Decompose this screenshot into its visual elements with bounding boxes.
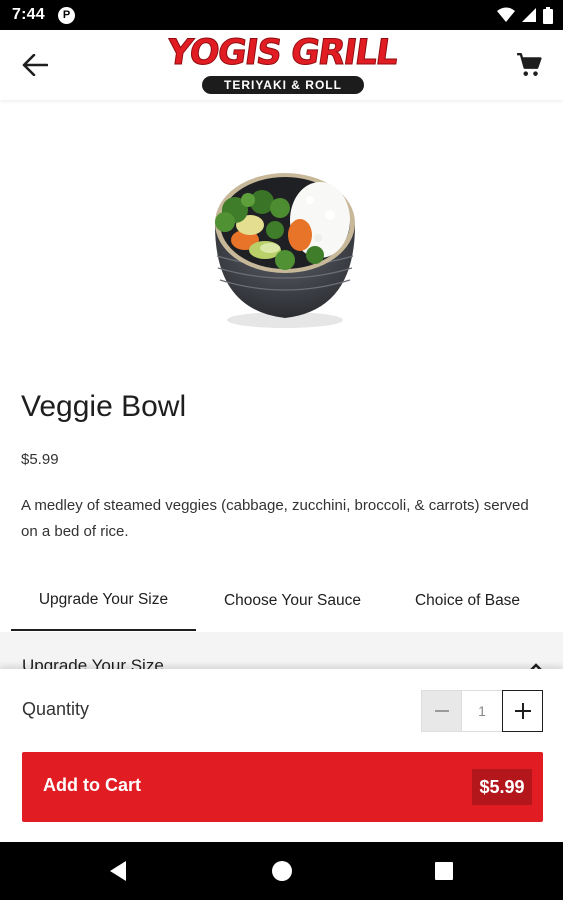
quantity-stepper: 1 <box>421 690 543 732</box>
app-header: YOGIS GRILL TERIYAKI & ROLL <box>0 30 563 100</box>
product-image <box>215 173 355 328</box>
logo-subtitle: TERIYAKI & ROLL <box>202 76 364 94</box>
product-price: $5.99 <box>21 451 59 468</box>
back-button[interactable] <box>18 50 52 80</box>
product-name: Veggie Bowl <box>21 390 187 423</box>
notification-badge: P <box>58 7 75 24</box>
plus-icon <box>514 703 531 719</box>
status-bar: 7:44 P <box>0 0 563 30</box>
add-to-cart-label: Add to Cart <box>43 775 141 795</box>
logo: YOGIS GRILL TERIYAKI & ROLL <box>160 33 404 96</box>
nav-back-icon <box>110 861 126 881</box>
nav-home-button[interactable] <box>267 856 297 886</box>
nav-recents-button[interactable] <box>429 856 459 886</box>
status-time: 7:44 <box>12 6 45 23</box>
quantity-label: Quantity <box>22 699 90 719</box>
arrow-back-icon <box>22 54 48 76</box>
navigation-bar <box>0 842 563 900</box>
tab-upgrade-your-size[interactable]: Upgrade Your Size <box>11 571 196 631</box>
add-to-cart-price: $5.99 <box>472 769 532 805</box>
nav-back-button[interactable] <box>103 856 133 886</box>
product-description: A medley of steamed veggies (cabbage, zu… <box>21 497 529 540</box>
tab-choice-of-base[interactable]: Choice of Base <box>390 571 545 631</box>
status-icons <box>497 6 553 24</box>
logo-title: YOGIS GRILL <box>164 33 400 74</box>
decrease-quantity-button[interactable] <box>421 690 462 732</box>
nav-home-icon <box>272 861 292 881</box>
increase-quantity-button[interactable] <box>502 690 543 732</box>
tab-choose-your-sauce[interactable]: Choose Your Sauce <box>200 571 385 631</box>
option-tabs: Upgrade Your Size Choose Your Sauce Choi… <box>0 571 563 631</box>
minus-icon <box>434 710 449 712</box>
nav-recents-icon <box>435 862 453 880</box>
shopping-cart-icon <box>517 52 542 76</box>
signal-icon <box>522 8 536 22</box>
cart-button[interactable] <box>512 48 546 82</box>
wifi-icon <box>497 7 515 22</box>
add-to-cart-button[interactable]: Add to Cart $5.99 <box>22 752 543 822</box>
battery-icon <box>543 6 553 24</box>
cart-panel: Quantity 1 Add to Cart $5.99 <box>0 669 563 842</box>
quantity-value: 1 <box>462 690 502 732</box>
